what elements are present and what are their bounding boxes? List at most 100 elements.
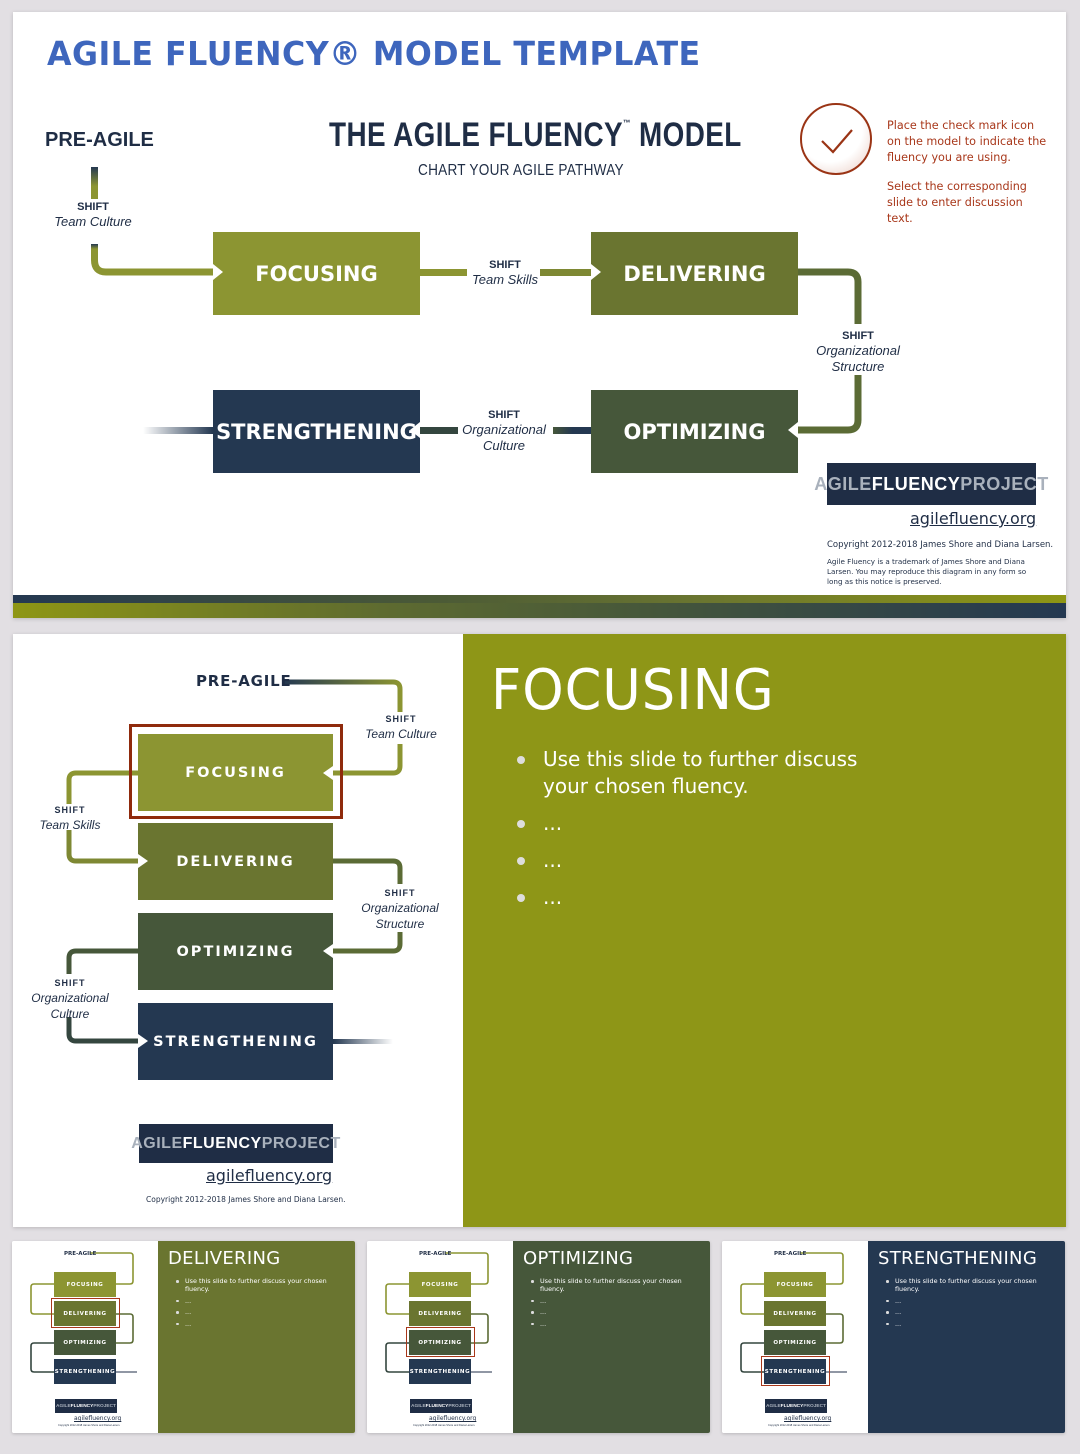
discussion-bullets[interactable]: Use this slide to further discuss your c… [517, 746, 907, 921]
agilefluency-link[interactable]: agilefluency.org [206, 1166, 332, 1185]
shift-organizational-structure: SHIFT Organizational Structure [816, 330, 900, 374]
agilefluency-link[interactable]: agilefluency.org [910, 509, 1036, 528]
selected-zone-frame [129, 724, 343, 819]
thumb-panel: OPTIMIZING Use this slide to further dis… [513, 1241, 710, 1433]
zone-strengthening-label: STRENGTHENING [216, 419, 417, 444]
agile-fluency-project-logo: AGILE FLUENCY PROJECT [814, 463, 1048, 505]
thumb-url: agilefluency.org [784, 1415, 832, 1422]
thumb-pre-agile: PRE-AGILE [774, 1251, 807, 1257]
thumb-bullets: Use this slide to further discuss your c… [886, 1277, 1056, 1331]
check-mark-icon[interactable] [800, 103, 872, 175]
thumb-selected-frame [761, 1356, 830, 1386]
thumb-pre-agile: PRE-AGILE [419, 1251, 452, 1257]
zone-optimizing[interactable]: OPTIMIZING [591, 390, 798, 473]
slide-heading: FOCUSING [491, 658, 775, 723]
thumb-model: PRE-AGILE FOCUSING DELIVERING OPTIMIZING STR… [367, 1241, 513, 1433]
bullet-item: ... [531, 1320, 701, 1328]
thumb-model: PRE-AGILE FOCUSING DELIVERING OPTIMIZING STR… [12, 1241, 158, 1433]
bullet-item: ... [886, 1320, 1056, 1328]
bullet-item[interactable]: ... [517, 884, 907, 911]
thumbnail-slide-delivering[interactable]: PRE-AGILE FOCUSING DELIVERING OPTIMIZING STR… [12, 1241, 355, 1433]
connector-delivering-to-optimizing [798, 268, 862, 324]
thumbnail-slide-strengthening[interactable]: PRE-AGILE FOCUSING DELIVERING OPTIMIZING STR… [722, 1241, 1065, 1433]
connector-optimizing-to-culture [553, 427, 592, 434]
thumb-zone-focusing: FOCUSING [764, 1272, 826, 1297]
thumb-selected-frame [406, 1327, 475, 1357]
shift-team-skills: SHIFT Team Skills [472, 259, 538, 287]
footer-band-bottom [13, 603, 1066, 618]
zone-delivering[interactable]: DELIVERING [138, 823, 333, 900]
slide-1-model-overview[interactable]: AGILE FLUENCY® MODEL TEMPLATE THE AGILE … [13, 12, 1066, 618]
bullet-item: ... [886, 1297, 1056, 1305]
zone-optimizing-label: OPTIMIZING [623, 419, 766, 444]
thumb-zone-delivering: DELIVERING [764, 1301, 826, 1326]
bullet-item: ... [176, 1308, 346, 1316]
thumb-logo: AGILE FLUENCY PROJECT [410, 1399, 472, 1413]
zone-strengthening[interactable]: STRENGTHENING [138, 1003, 333, 1080]
thumb-heading: OPTIMIZING [523, 1248, 634, 1269]
thumb-zone-strengthening: STRENGTHENING [54, 1359, 116, 1384]
copyright-text: Copyright 2012-2018 James Shore and Dian… [827, 540, 1054, 550]
thumb-zone-optimizing: OPTIMIZING [54, 1330, 116, 1355]
pre-agile-label: PRE-AGILE [196, 672, 292, 690]
thumb-connector [385, 1283, 409, 1315]
thumb-connector [826, 1313, 844, 1344]
thumb-connector [30, 1342, 54, 1373]
bullet-item: Use this slide to further discuss your c… [176, 1277, 346, 1293]
connector-strengthening-out [143, 427, 213, 434]
thumb-pre-agile: PRE-AGILE [64, 1251, 97, 1257]
connector-skills-to-delivering [540, 269, 592, 276]
thumb-panel: STRENGTHENING Use this slide to further … [868, 1241, 1065, 1433]
thumb-heading: DELIVERING [168, 1248, 281, 1269]
thumb-connector [740, 1283, 764, 1315]
thumb-panel: DELIVERING Use this slide to further dis… [158, 1241, 355, 1433]
instructions-note: Place the check mark icon on the model t… [887, 119, 1047, 225]
thumb-zone-delivering: DELIVERING [409, 1301, 471, 1326]
zone-delivering-label: DELIVERING [176, 853, 295, 870]
thumb-zone-focusing: FOCUSING [409, 1272, 471, 1297]
connector-pre-agile [91, 167, 98, 199]
bullet-item: Use this slide to further discuss your c… [531, 1277, 701, 1293]
bullet-item[interactable]: ... [517, 810, 907, 837]
thumb-logo: AGILE FLUENCY PROJECT [55, 1399, 117, 1413]
zone-strengthening[interactable]: STRENGTHENING [213, 390, 420, 473]
shift-organizational-culture: SHIFT Organizational Culture [462, 409, 546, 453]
connector-culture-to-strengthening [420, 427, 458, 434]
bullet-item: ... [176, 1297, 346, 1305]
thumbnail-slide-optimizing[interactable]: PRE-AGILE FOCUSING DELIVERING OPTIMIZING STR… [367, 1241, 710, 1433]
bullet-item[interactable]: Use this slide to further discuss your c… [517, 746, 907, 800]
zone-strengthening-label: STRENGTHENING [153, 1033, 318, 1050]
trademark-notice: Agile Fluency is a trademark of James Sh… [827, 557, 1027, 586]
thumb-selected-frame [51, 1298, 120, 1328]
shift-organizational-structure: SHIFT Organizational Structure [361, 888, 439, 931]
connector-focusing-to-skills [420, 269, 467, 276]
slide-2-focusing[interactable]: PRE-AGILE SHIFT Team Culture SHIFT Team … [13, 634, 1066, 1227]
bullet-item[interactable]: ... [517, 847, 907, 874]
thumb-copyright: Copyright 2012-2018 James Shore and Dian… [413, 1424, 476, 1427]
bullet-item: ... [531, 1297, 701, 1305]
zone-delivering[interactable]: DELIVERING [591, 232, 798, 315]
thumb-bullets: Use this slide to further discuss your c… [531, 1277, 701, 1331]
thumb-copyright: Copyright 2012-2018 James Shore and Dian… [58, 1424, 121, 1427]
thumb-url: agilefluency.org [429, 1415, 477, 1422]
bullet-item: ... [531, 1308, 701, 1316]
thumb-logo: AGILE FLUENCY PROJECT [765, 1399, 827, 1413]
shift-team-culture: SHIFT Team Culture [54, 201, 132, 229]
thumb-bullets: Use this slide to further discuss your c… [176, 1277, 346, 1331]
thumb-model: PRE-AGILE FOCUSING DELIVERING OPTIMIZING STR… [722, 1241, 868, 1433]
thumb-zone-focusing: FOCUSING [54, 1272, 116, 1297]
thumb-url: agilefluency.org [74, 1415, 122, 1422]
bullet-item: Use this slide to further discuss your c… [886, 1277, 1056, 1293]
copyright-text: Copyright 2012-2018 James Shore and Dian… [146, 1195, 346, 1204]
thumb-copyright: Copyright 2012-2018 James Shore and Dian… [768, 1424, 831, 1427]
discussion-panel: FOCUSING Use this slide to further discu… [463, 634, 1066, 1227]
bullet-item: ... [176, 1320, 346, 1328]
model-connectors [91, 167, 862, 434]
thumb-heading: STRENGTHENING [878, 1248, 1038, 1269]
zone-focusing-label: FOCUSING [255, 261, 378, 286]
bullet-item: ... [886, 1308, 1056, 1316]
zone-optimizing[interactable]: OPTIMIZING [138, 913, 333, 990]
shift-team-skills: SHIFT Team Skills [39, 805, 101, 832]
zone-optimizing-label: OPTIMIZING [176, 943, 295, 960]
zone-focusing[interactable]: FOCUSING [213, 232, 420, 315]
